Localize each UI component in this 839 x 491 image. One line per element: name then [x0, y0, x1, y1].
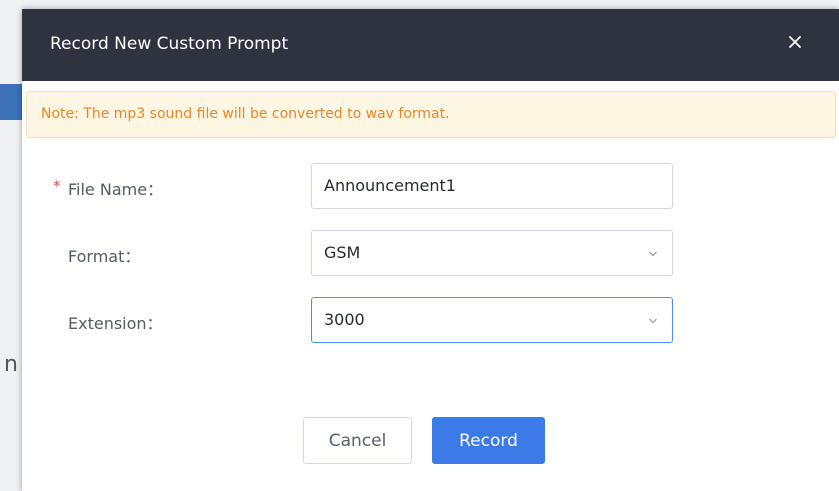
format-row: Format： GSM: [22, 230, 839, 276]
close-button[interactable]: [783, 30, 807, 54]
chevron-down-icon: [649, 318, 657, 324]
record-button[interactable]: Record: [432, 417, 545, 464]
format-select[interactable]: GSM: [311, 230, 673, 276]
cancel-button[interactable]: Cancel: [303, 417, 412, 464]
extension-select[interactable]: 3000: [311, 297, 673, 343]
background-nav-strip: [0, 84, 22, 120]
background-text-fragment: n: [4, 352, 18, 377]
conversion-note: Note: The mp3 sound file will be convert…: [26, 91, 836, 138]
format-value: GSM: [324, 243, 361, 262]
file-name-row: * File Name： Announcement1: [22, 163, 839, 209]
file-name-value: Announcement1: [324, 176, 456, 195]
file-name-input[interactable]: Announcement1: [311, 163, 673, 209]
required-indicator: *: [53, 177, 61, 195]
extension-value: 3000: [324, 310, 365, 329]
dialog-header: Record New Custom Prompt: [22, 9, 839, 81]
file-name-label: File Name：: [68, 180, 164, 199]
note-text: Note: The mp3 sound file will be convert…: [41, 106, 450, 122]
format-label: Format：: [68, 247, 141, 266]
extension-label: Extension：: [68, 314, 163, 333]
chevron-down-icon: [649, 251, 657, 257]
extension-row: Extension： 3000: [22, 297, 839, 343]
record-prompt-dialog: Record New Custom Prompt Note: The mp3 s…: [22, 9, 839, 491]
close-icon: [789, 36, 801, 48]
dialog-title: Record New Custom Prompt: [50, 34, 289, 54]
